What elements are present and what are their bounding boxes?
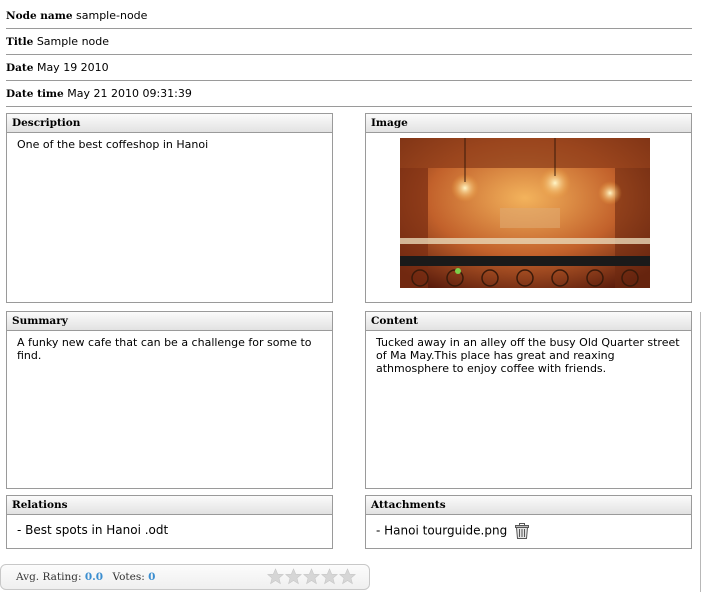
description-header: Description: [7, 114, 332, 133]
date-time-value: May 21 2010 09:31:39: [67, 87, 192, 100]
star-icon[interactable]: [285, 568, 302, 585]
relations-panel: Relations - Best spots in Hanoi .odt: [6, 495, 333, 549]
avg-rating-value: 0.0: [84, 571, 104, 583]
attachment-link-hanoi-tourguide[interactable]: - Hanoi tourguide.png: [376, 524, 507, 538]
summary-text: A funky new cafe that can be a challenge…: [17, 336, 312, 362]
votes-label: Votes:: [112, 571, 145, 583]
star-rating-widget[interactable]: [267, 568, 356, 586]
node-name-label: Node name: [6, 10, 73, 22]
star-icon[interactable]: [339, 568, 356, 585]
title-label: Title: [6, 36, 34, 48]
image-panel: Image: [365, 113, 692, 303]
date-value: May 19 2010: [36, 61, 109, 74]
content-header: Content: [366, 312, 691, 331]
content-panel: Content Tucked away in an alley off the …: [365, 311, 692, 489]
star-icon[interactable]: [267, 568, 284, 585]
summary-panel: Summary A funky new cafe that can be a c…: [6, 311, 333, 489]
content-text: Tucked away in an alley off the busy Old…: [376, 336, 680, 375]
trash-icon[interactable]: [515, 523, 530, 539]
description-text: One of the best coffeshop in Hanoi: [17, 138, 209, 151]
property-row-title: Title Sample node: [6, 29, 692, 55]
rating-bar: Avg. Rating: 0.0 Votes: 0: [0, 564, 370, 590]
property-row-date: Date May 19 2010: [6, 55, 692, 81]
avg-rating-label: Avg. Rating:: [16, 571, 82, 583]
star-icon[interactable]: [303, 568, 320, 585]
right-scroll-edge: [700, 312, 701, 592]
date-label: Date: [6, 62, 34, 74]
node-name-value: sample-node: [76, 9, 148, 22]
date-time-label: Date time: [6, 88, 64, 100]
property-row-node-name: Node name sample-node: [6, 3, 692, 29]
image-header: Image: [366, 114, 691, 133]
relation-link-best-spots[interactable]: - Best spots in Hanoi .odt: [7, 515, 332, 542]
title-value: Sample node: [36, 35, 110, 48]
property-row-date-time: Date time May 21 2010 09:31:39: [6, 81, 692, 107]
attachments-panel: Attachments - Hanoi tourguide.png: [365, 495, 692, 549]
star-icon[interactable]: [321, 568, 338, 585]
cafe-photo[interactable]: [400, 138, 650, 288]
attachment-row: - Hanoi tourguide.png: [366, 515, 691, 544]
attachments-header: Attachments: [366, 496, 691, 515]
relations-header: Relations: [7, 496, 332, 515]
summary-header: Summary: [7, 312, 332, 331]
votes-value: 0: [148, 571, 156, 583]
description-panel: Description One of the best coffeshop in…: [6, 113, 333, 303]
